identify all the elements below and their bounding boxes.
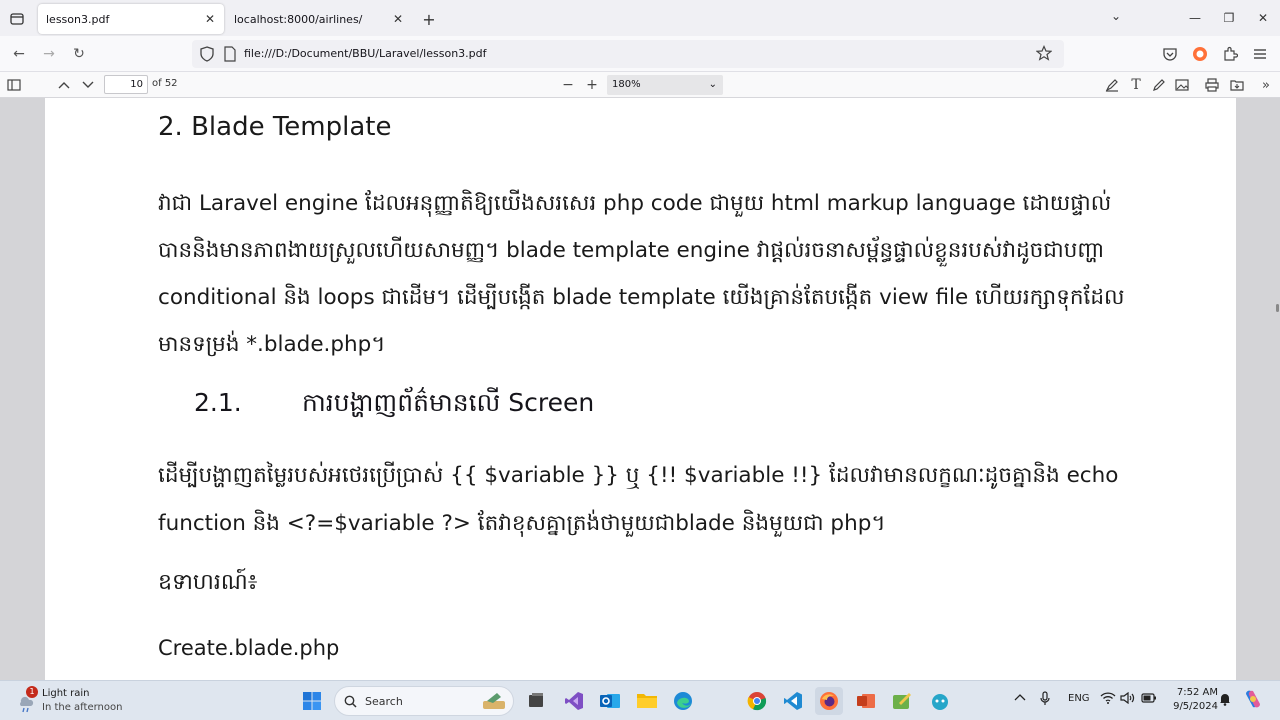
battery-icon[interactable] [1141, 693, 1157, 706]
volume-icon[interactable] [1120, 691, 1136, 707]
zoom-out-icon[interactable]: − [558, 75, 578, 95]
url-bar[interactable]: file:///D:/Document/BBU/Laravel/lesson3.… [192, 40, 1064, 68]
task-view-icon[interactable] [522, 687, 550, 715]
example-label: ឧទាហរណ៍៖ [158, 570, 258, 595]
firefox-icon[interactable] [815, 687, 843, 715]
save-icon[interactable] [1227, 75, 1247, 95]
account-icon[interactable] [1190, 44, 1210, 64]
pocket-icon[interactable] [1160, 44, 1180, 64]
window-controls: — ❐ ✕ [1178, 0, 1280, 36]
tab-title: localhost:8000/airlines/ [234, 12, 363, 26]
copilot-icon[interactable] [1242, 688, 1264, 713]
microphone-icon[interactable] [1040, 691, 1050, 710]
sidebar-toggle-icon[interactable] [4, 75, 24, 95]
clock-date: 9/5/2024 [1173, 701, 1218, 712]
tab-title: lesson3.pdf [46, 12, 110, 26]
edge-icon[interactable] [669, 687, 697, 715]
print-icon[interactable] [1202, 75, 1222, 95]
notification-badge: 1 [26, 686, 38, 698]
search-icon [344, 695, 357, 708]
subsection-number: 2.1. [194, 388, 242, 417]
display-paragraph: ដើម្បីបង្ហាញតម្លៃរបស់អថេរប្រើប្រាស់ {{ $… [158, 463, 1119, 536]
minimize-icon[interactable]: — [1178, 11, 1212, 25]
tools-menu-icon[interactable]: » [1256, 75, 1276, 95]
search-box[interactable]: Search [334, 686, 514, 716]
search-label: Search [365, 695, 403, 708]
paint-icon[interactable] [888, 687, 916, 715]
chevron-down-icon: ⌄ [708, 79, 717, 90]
close-tab-icon[interactable]: ✕ [200, 9, 220, 29]
start-icon[interactable] [298, 687, 326, 715]
show-hidden-icons[interactable] [1014, 693, 1026, 704]
section-heading: 2. Blade Template [158, 112, 392, 142]
firefox-view-icon[interactable] [4, 6, 30, 32]
clock-time: 7:52 AM [1176, 687, 1218, 698]
menu-icon[interactable] [1250, 44, 1270, 64]
forward-icon[interactable]: → [38, 43, 60, 65]
list-all-tabs-icon[interactable]: ⌄ [1106, 9, 1126, 27]
pdf-page: 2. Blade Template វាជា Laravel engine ដែ… [45, 98, 1236, 680]
pdf-toolbar: 10 of 52 − + 180% ⌄ T » [0, 72, 1280, 98]
bookmark-star-icon[interactable] [1035, 45, 1053, 65]
weather-subtitle: In the afternoon [42, 702, 123, 713]
zoom-value: 180% [612, 79, 641, 90]
visual-studio-icon[interactable] [560, 687, 588, 715]
page-count: of 52 [152, 78, 178, 89]
weather-title: Light rain [42, 688, 90, 699]
page-number-input[interactable]: 10 [104, 75, 148, 94]
back-icon[interactable]: ← [8, 43, 30, 65]
tab-lesson3-pdf[interactable]: lesson3.pdf ✕ [38, 4, 224, 34]
draw-icon[interactable] [1149, 75, 1169, 95]
subsection-title: ការបង្ហាញព័ត៌មានលើ Screen [302, 388, 595, 417]
close-tab-icon[interactable]: ✕ [388, 9, 408, 29]
pdf-viewer[interactable]: 2. Blade Template វាជា Laravel engine ដែ… [0, 98, 1280, 680]
file-explorer-icon[interactable] [633, 687, 661, 715]
wifi-icon[interactable] [1100, 692, 1116, 707]
notification-bell-icon[interactable] [1218, 692, 1232, 709]
tab-localhost-airlines[interactable]: localhost:8000/airlines/ ✕ [226, 4, 412, 34]
outlook-icon[interactable] [596, 687, 624, 715]
new-tab-icon[interactable]: + [418, 8, 440, 30]
chrome-icon[interactable] [743, 687, 771, 715]
language-indicator[interactable]: ENG [1068, 693, 1090, 704]
text-tool-icon[interactable]: T [1126, 75, 1146, 95]
weather-widget[interactable]: 1 Light rain In the afternoon [12, 686, 152, 716]
zoom-in-icon[interactable]: + [582, 75, 602, 95]
tab-strip: lesson3.pdf ✕ localhost:8000/airlines/ ✕… [0, 0, 1280, 36]
image-icon[interactable] [1172, 75, 1192, 95]
example-filename: Create.blade.php [158, 636, 340, 660]
clock[interactable]: 7:52 AM 9/5/2024 [1162, 686, 1218, 714]
scrollbar-thumb[interactable] [1276, 304, 1279, 312]
subsection-heading: 2.1. ការបង្ហាញព័ត៌មានលើ Screen [194, 388, 594, 424]
url-text: file:///D:/Document/BBU/Laravel/lesson3.… [244, 47, 487, 60]
vscode-icon[interactable] [779, 687, 807, 715]
teams-bot-icon[interactable] [926, 687, 954, 715]
extensions-icon[interactable] [1220, 44, 1240, 64]
page-icon [224, 46, 236, 66]
highlight-icon[interactable] [1102, 75, 1122, 95]
taskbar: 1 Light rain In the afternoon Search ENG… [0, 680, 1280, 720]
previous-page-icon[interactable] [54, 75, 74, 95]
close-window-icon[interactable]: ✕ [1246, 11, 1280, 25]
powerpoint-icon[interactable] [852, 687, 880, 715]
shield-icon[interactable] [200, 46, 214, 66]
search-highlight-icon [483, 693, 505, 709]
navigation-bar: ← → ↻ file:///D:/Document/BBU/Laravel/le… [0, 36, 1280, 72]
intro-paragraph: វាជា Laravel engine ដែលអនុញ្ញាតិឱ្យយើងសរ… [158, 191, 1125, 357]
next-page-icon[interactable] [78, 75, 98, 95]
maximize-icon[interactable]: ❐ [1212, 11, 1246, 25]
reload-icon[interactable]: ↻ [68, 43, 90, 65]
zoom-select[interactable]: 180% ⌄ [607, 75, 723, 95]
